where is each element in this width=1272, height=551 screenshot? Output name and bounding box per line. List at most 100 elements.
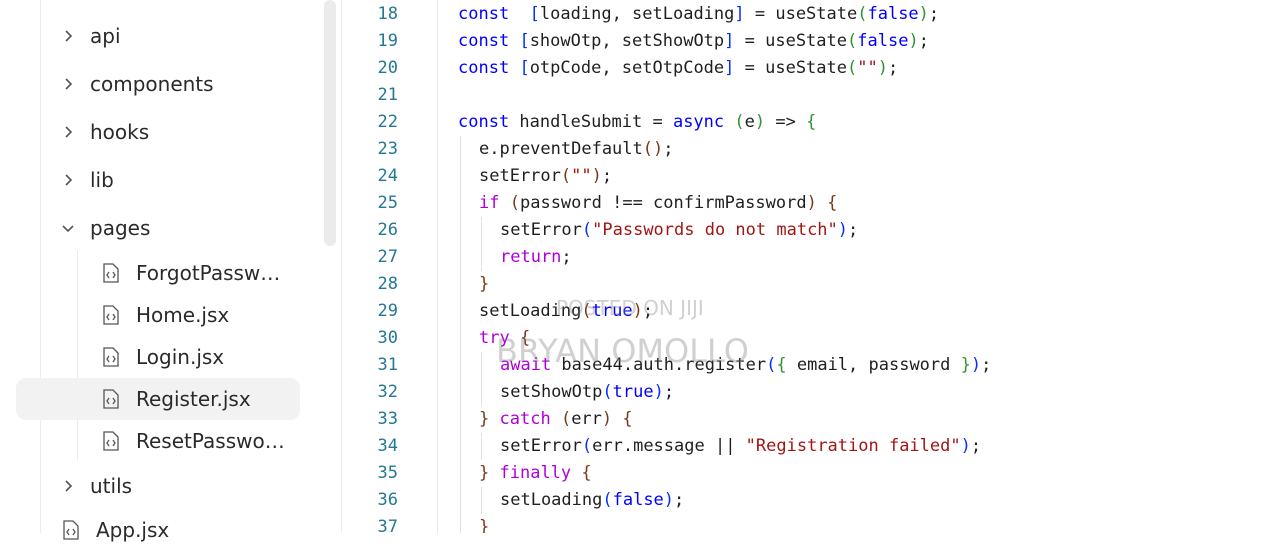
indent-guide	[460, 514, 461, 533]
code-editor[interactable]: 18 const [loading, setLoading] = useState…	[342, 0, 1272, 533]
code-text: }	[479, 271, 489, 298]
code-line[interactable]: 25 if (password !== confirmPassword) {	[342, 190, 1272, 217]
code-token: (	[766, 355, 777, 375]
sidebar-scrollbar[interactable]	[324, 0, 336, 246]
folder-api[interactable]: api	[60, 15, 320, 57]
code-line[interactable]: 33} catch (err) {	[342, 406, 1272, 433]
code-token: ;	[970, 436, 982, 456]
file-register[interactable]: Register.jsx	[16, 378, 300, 420]
folder-pages[interactable]: pages	[60, 207, 320, 249]
code-token: const	[458, 58, 510, 78]
code-token: e	[744, 112, 755, 132]
chevron-right-icon	[60, 122, 90, 142]
code-line[interactable]: 27 return;	[342, 244, 1272, 271]
code-token: ;	[674, 490, 685, 510]
line-number: 29	[377, 301, 398, 321]
line-number: 19	[377, 31, 398, 51]
code-token: setShowOtp	[500, 382, 603, 402]
file-app[interactable]: App.jsx	[60, 509, 320, 551]
code-token: loading, setLoading	[539, 4, 735, 24]
line-number: 32	[377, 382, 398, 402]
code-line[interactable]: 23 e.preventDefault();	[342, 136, 1272, 163]
code-text: const [showOtp, setShowOtp] = useState(f…	[458, 28, 929, 55]
folder-hooks[interactable]: hooks	[60, 111, 320, 153]
code-line[interactable]: 28}	[342, 271, 1272, 298]
folder-components[interactable]: components	[60, 63, 320, 105]
code-text: setError("");	[479, 163, 612, 190]
line-number: 35	[377, 463, 398, 483]
code-text: e.preventDefault();	[479, 136, 674, 163]
chevron-right-icon	[60, 26, 90, 46]
watermark-line1: POSTED ON JIJI	[556, 296, 704, 320]
code-text: } finally {	[479, 460, 592, 487]
line-number: 31	[377, 355, 398, 375]
watermark-line2: BRYAN OMOLLO	[496, 332, 749, 370]
indent-guide	[460, 487, 461, 514]
code-token: )	[601, 409, 613, 429]
code-token: ;	[981, 355, 992, 375]
file-explorer: api components hooks lib pages ForgotPas…	[0, 0, 342, 542]
code-line[interactable]: 35 } finally {	[342, 460, 1272, 487]
code-token: {	[806, 112, 817, 132]
file-code-icon	[60, 518, 96, 542]
code-token: {	[581, 463, 592, 483]
code-line[interactable]: 36 setLoading(false);	[342, 487, 1272, 514]
code-line[interactable]: 20 const [otpCode, setOtpCode] = useState…	[342, 55, 1272, 82]
indent-guide	[460, 433, 461, 460]
line-number: 20	[377, 58, 398, 78]
code-token: }	[479, 274, 490, 294]
code-line[interactable]: 26 setError("Passwords do not match");	[342, 217, 1272, 244]
code-token: (	[857, 4, 868, 24]
code-token: false	[612, 490, 664, 510]
file-home[interactable]: Home.jsx	[16, 294, 300, 336]
code-line[interactable]: 22 const handleSubmit = async (e) => {	[342, 109, 1272, 136]
code-line[interactable]: 24 setError("");	[342, 163, 1272, 190]
code-token: ""	[857, 58, 878, 78]
code-text: const [loading, setLoading] = useState(f…	[458, 1, 939, 28]
code-token: (	[602, 490, 613, 510]
code-token: = useState	[744, 4, 858, 24]
code-text: setLoading(false);	[500, 487, 684, 514]
code-token: handleSubmit =	[509, 112, 673, 132]
file-forgotpassword[interactable]: ForgotPassw…	[16, 252, 300, 294]
code-token: )	[806, 193, 817, 213]
indent-guide	[460, 271, 461, 298]
code-token: {	[776, 355, 787, 375]
folder-utils[interactable]: utils	[60, 465, 320, 507]
code-token: setError	[479, 166, 561, 186]
folder-lib[interactable]: lib	[60, 159, 320, 201]
code-line[interactable]: 21	[342, 82, 1272, 109]
code-token: [	[519, 31, 530, 51]
code-line[interactable]: 29 setLoading(true);	[342, 298, 1272, 325]
code-token: email, password	[786, 355, 961, 375]
code-line[interactable]: 30 try {	[342, 325, 1272, 352]
code-line[interactable]: 34 setError(err.message || "Registration …	[342, 433, 1272, 460]
indent-guide	[460, 406, 461, 433]
code-line[interactable]: 19 const [showOtp, setShowOtp] = useState…	[342, 28, 1272, 55]
indent-guide	[460, 298, 461, 325]
file-login[interactable]: Login.jsx	[16, 336, 300, 378]
line-number: 27	[377, 247, 398, 267]
code-text: const [otpCode, setOtpCode] = useState("…	[458, 55, 898, 82]
code-token: )	[653, 382, 664, 402]
code-token: "Passwords do not match"	[592, 220, 838, 240]
folder-label: pages	[90, 216, 151, 240]
line-number: 18	[377, 4, 398, 24]
code-token: ;	[918, 31, 929, 51]
code-token: ;	[928, 4, 940, 24]
code-token: ;	[561, 247, 572, 267]
code-line[interactable]: 32 setShowOtp(true);	[342, 379, 1272, 406]
code-line[interactable]: 31 await base44.auth.register({ email, pa…	[342, 352, 1272, 379]
code-token: )	[591, 166, 602, 186]
file-resetpassword[interactable]: ResetPasswo…	[16, 420, 300, 462]
code-line[interactable]: 37}	[342, 514, 1272, 533]
code-token: )	[754, 112, 766, 132]
line-number: 22	[377, 112, 398, 132]
code-token: otpCode, setOtpCode	[529, 58, 725, 78]
code-line[interactable]: 18 const [loading, setLoading] = useState…	[342, 1, 1272, 28]
folder-label: lib	[90, 168, 114, 192]
